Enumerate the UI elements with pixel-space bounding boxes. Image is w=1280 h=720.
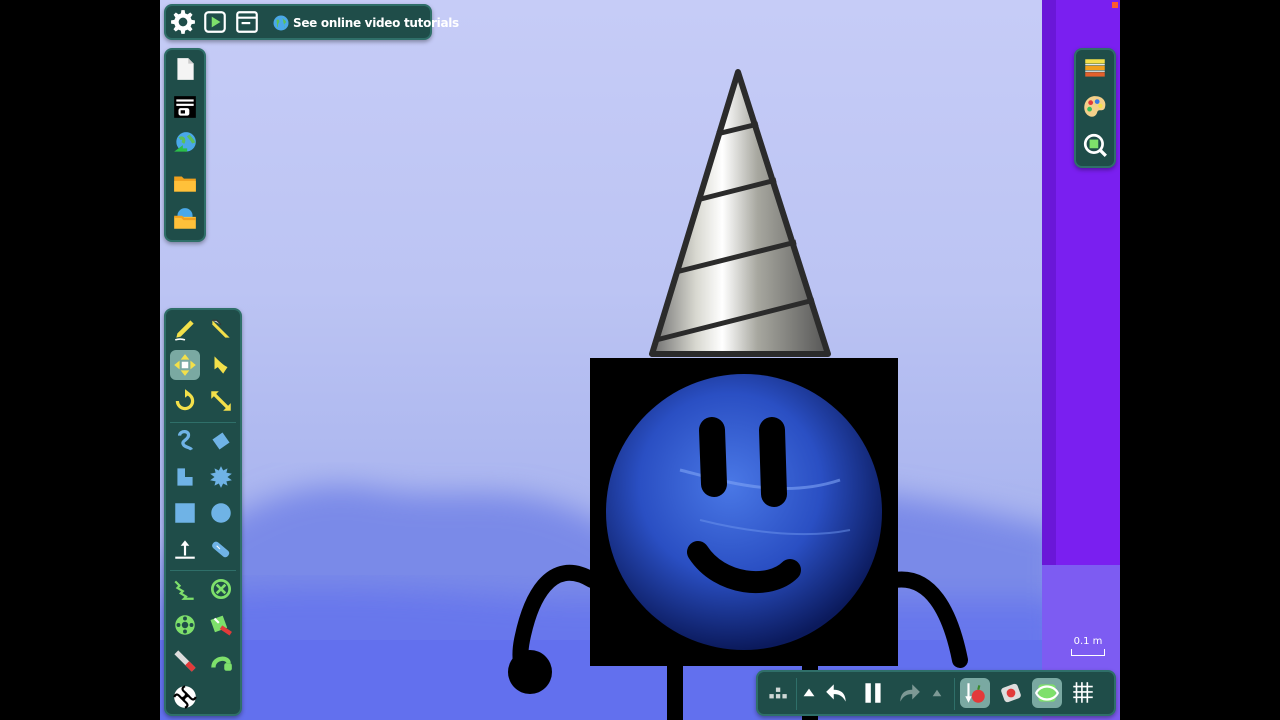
move-icon[interactable] [170, 350, 200, 380]
swirl-icon[interactable] [170, 682, 200, 712]
scene-hills [160, 69, 1060, 720]
menu-dots-icon[interactable] [762, 678, 792, 708]
thruster-icon[interactable] [206, 646, 236, 676]
planet-face [606, 374, 882, 650]
file-panel [164, 48, 206, 242]
tools-panel [164, 308, 242, 716]
gravity-icon[interactable] [960, 678, 990, 708]
fixate-icon[interactable] [206, 574, 236, 604]
grid-icon[interactable] [1068, 678, 1098, 708]
settings-icon[interactable] [168, 7, 198, 37]
redo-icon[interactable] [894, 678, 924, 708]
video-tutorials-link[interactable]: See online video tutorials [272, 14, 459, 32]
eraser-icon[interactable] [206, 426, 236, 456]
top-toolbar: See online video tutorials [164, 4, 459, 40]
palette-icon[interactable] [1080, 92, 1110, 122]
drill-cone [649, 69, 831, 357]
rotate-icon[interactable] [170, 386, 200, 416]
view-panel [1074, 48, 1116, 168]
globe-icon [273, 15, 289, 31]
camera-icon[interactable] [996, 678, 1026, 708]
layers-icon[interactable] [1080, 54, 1110, 84]
tutorial-label: See online video tutorials [293, 16, 459, 30]
simulation-toolbar [756, 670, 1116, 716]
scale-label: 0.1 m [1073, 636, 1103, 647]
zoom-icon[interactable] [1080, 130, 1110, 160]
scale-indicator: 0.1 m [1068, 636, 1108, 656]
drag-icon[interactable] [206, 350, 236, 380]
undo-icon[interactable] [822, 678, 852, 708]
new-scene-icon[interactable] [170, 54, 200, 84]
window-icon[interactable] [232, 7, 262, 37]
chain-icon[interactable] [206, 534, 236, 564]
laser-icon[interactable] [170, 646, 200, 676]
save-icon[interactable] [170, 128, 200, 158]
track-icon[interactable] [1032, 678, 1062, 708]
play-icon[interactable] [200, 7, 230, 37]
scale-icon[interactable] [206, 386, 236, 416]
redo-expand-icon[interactable] [924, 678, 950, 708]
scene-options-icon[interactable] [170, 92, 200, 122]
sketch-icon[interactable] [170, 314, 200, 344]
browse-online-icon[interactable] [170, 204, 200, 234]
knife-icon[interactable] [206, 314, 236, 344]
polygon-icon[interactable] [170, 462, 200, 492]
tracer-icon[interactable] [206, 610, 236, 640]
plane-icon[interactable] [170, 534, 200, 564]
spring-icon[interactable] [170, 574, 200, 604]
pause-icon[interactable] [858, 678, 888, 708]
rope-icon[interactable] [170, 426, 200, 456]
open-icon[interactable] [170, 168, 200, 198]
corner-indicator [1112, 2, 1118, 8]
box-icon[interactable] [170, 498, 200, 528]
circle-icon[interactable] [206, 498, 236, 528]
axle-icon[interactable] [170, 610, 200, 640]
scene-canvas[interactable]: See online video tutorials 0.1 m [160, 0, 1120, 720]
undo-expand-icon[interactable] [796, 678, 822, 708]
gear-icon[interactable] [206, 462, 236, 492]
